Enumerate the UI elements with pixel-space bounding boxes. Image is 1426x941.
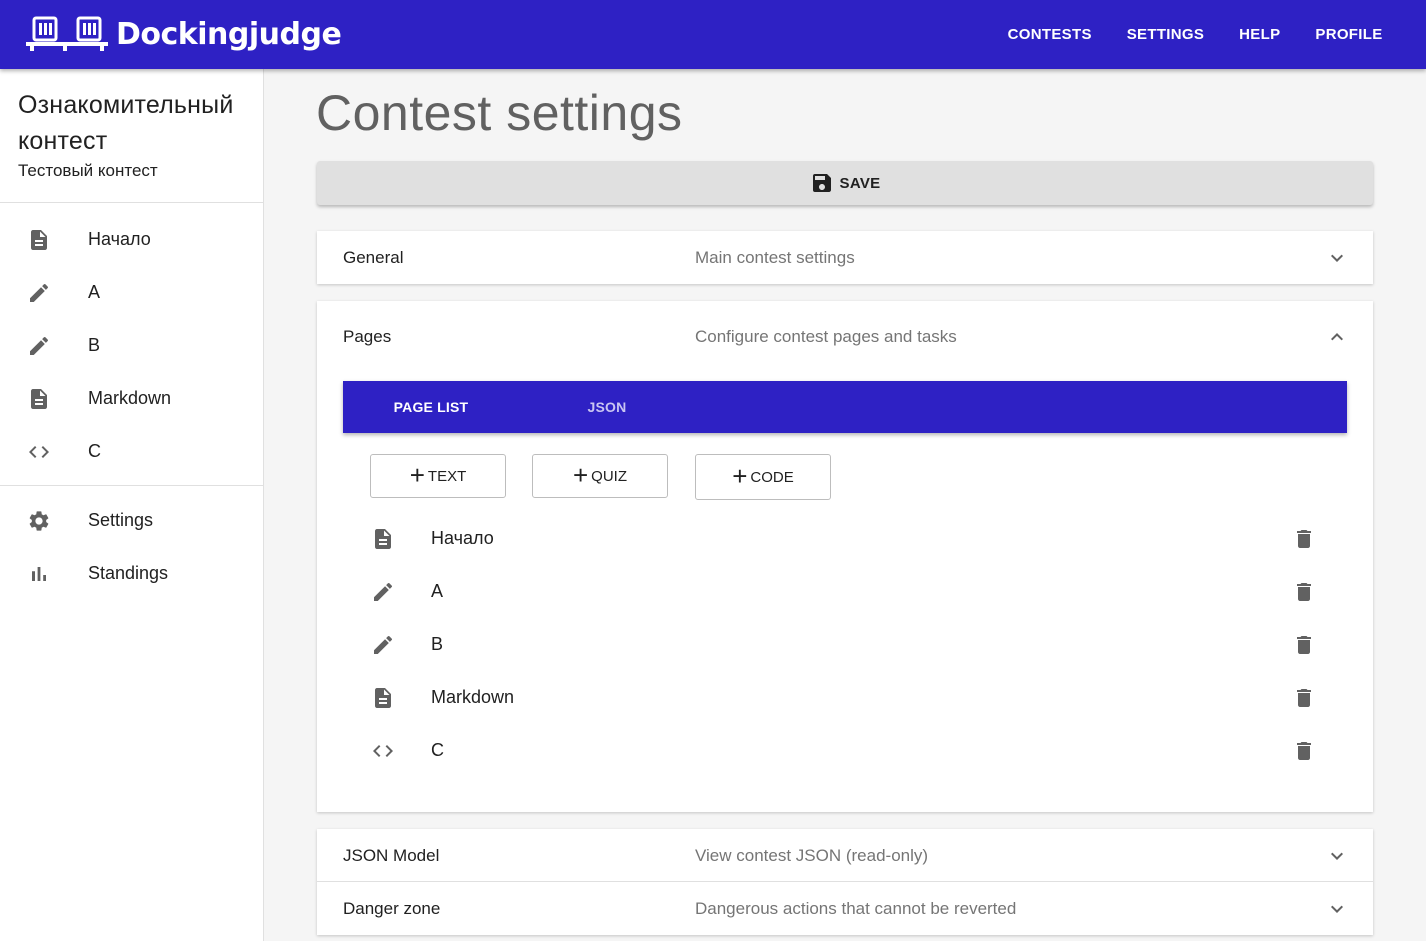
page-title: Contest settings	[316, 85, 683, 141]
nav-settings[interactable]: SETTINGS	[1109, 16, 1221, 53]
contest-subtitle: Тестовый контест	[18, 161, 158, 180]
list-item[interactable]: A	[343, 565, 1347, 618]
sidebar-item-label: Settings	[88, 510, 154, 530]
collapsed-panels-group: JSON Model View contest JSON (read-only)…	[317, 829, 1373, 935]
pencil-icon	[371, 633, 395, 657]
sidebar-item-settings[interactable]: Settings	[0, 494, 263, 547]
list-item[interactable]: Начало	[343, 512, 1347, 565]
panel-description: Dangerous actions that cannot be reverte…	[695, 898, 1017, 918]
list-item[interactable]: Markdown	[343, 671, 1347, 724]
general-panel: General Main contest settings	[317, 231, 1373, 284]
add-text-button[interactable]: + TEXT	[370, 454, 506, 498]
app-bar: Dockingjudge CONTESTS SETTINGS HELP PROF…	[0, 0, 1426, 69]
document-icon	[371, 686, 395, 710]
pencil-icon	[371, 580, 395, 604]
code-icon	[371, 739, 395, 763]
brand-logo[interactable]: Dockingjudge	[26, 12, 342, 56]
general-panel-header[interactable]: General Main contest settings	[317, 231, 1373, 284]
panel-title: Pages	[343, 327, 392, 346]
chevron-down-icon	[1325, 897, 1349, 921]
panel-description: View contest JSON (read-only)	[695, 845, 929, 865]
chevron-up-icon	[1325, 325, 1349, 349]
nav-help[interactable]: HELP	[1222, 16, 1298, 53]
page-label: Начало	[431, 528, 494, 548]
page-label: B	[431, 634, 444, 654]
tab-json[interactable]: JSON	[519, 381, 695, 433]
contest-title: Ознакомительный контест	[18, 91, 234, 155]
pages-panel: Pages Configure contest pages and tasks …	[317, 301, 1373, 812]
sidebar-item-label: Standings	[88, 563, 169, 583]
sidebar-item-label: A	[88, 282, 101, 302]
plus-icon: +	[409, 460, 425, 490]
list-item[interactable]: B	[343, 618, 1347, 671]
code-icon	[27, 440, 51, 464]
sidebar-item-label: C	[88, 441, 101, 461]
add-code-button[interactable]: + CODE	[695, 454, 831, 500]
page-list: Начало A B Markdown C	[343, 512, 1347, 777]
trash-icon[interactable]	[1292, 686, 1316, 710]
json-model-panel-header[interactable]: JSON Model View contest JSON (read-only)	[317, 829, 1373, 882]
plus-icon: +	[732, 461, 748, 491]
add-code-label: CODE	[750, 468, 794, 486]
sidebar-item-markdown[interactable]: Markdown	[0, 372, 263, 425]
page-label: Markdown	[431, 687, 515, 707]
pages-tab-bar: PAGE LIST JSON	[343, 381, 1347, 433]
panel-title: General	[343, 247, 404, 267]
page-label: A	[431, 581, 444, 601]
panel-title: Danger zone	[343, 898, 441, 918]
nav-profile[interactable]: PROFILE	[1298, 16, 1400, 53]
trash-icon[interactable]	[1292, 633, 1316, 657]
sidebar-item-nachalo[interactable]: Начало	[0, 213, 263, 266]
danger-zone-panel-header[interactable]: Danger zone Dangerous actions that canno…	[317, 882, 1373, 935]
sidebar-item-a[interactable]: A	[0, 266, 263, 319]
panel-description: Configure contest pages and tasks	[695, 327, 957, 346]
gear-icon	[27, 509, 51, 533]
list-item[interactable]: C	[343, 724, 1347, 777]
panel-title: JSON Model	[343, 845, 440, 865]
pencil-icon	[27, 334, 51, 358]
sidebar-item-c[interactable]: C	[0, 425, 263, 478]
chevron-down-icon	[1325, 844, 1349, 868]
trash-icon[interactable]	[1292, 527, 1316, 551]
save-button-label: SAVE	[839, 174, 881, 192]
sidebar-item-label: Markdown	[88, 388, 172, 408]
document-icon	[27, 228, 51, 252]
page-label: C	[431, 740, 444, 760]
plus-icon: +	[572, 460, 589, 490]
sidebar-item-standings[interactable]: Standings	[0, 547, 263, 600]
save-icon	[810, 171, 834, 195]
docking-logo-icon	[26, 16, 108, 51]
brand-name: Dockingjudge	[116, 16, 342, 52]
trash-icon[interactable]	[1292, 580, 1316, 604]
sidebar-page-list: Начало A B Markdown C	[0, 203, 263, 478]
sidebar-item-label: B	[88, 335, 101, 355]
sidebar-settings-list: Settings Standings	[0, 494, 263, 600]
add-text-label: TEXT	[427, 467, 467, 485]
add-quiz-label: QUIZ	[591, 467, 628, 485]
document-icon	[371, 527, 395, 551]
bar-chart-icon	[27, 562, 51, 586]
panel-description: Main contest settings	[695, 247, 855, 267]
tab-page-list[interactable]: PAGE LIST	[343, 381, 519, 433]
pages-panel-header[interactable]: Pages Configure contest pages and tasks	[317, 301, 1373, 373]
nav-contests[interactable]: CONTESTS	[990, 16, 1109, 53]
sidebar-item-b[interactable]: B	[0, 319, 263, 372]
save-button[interactable]: SAVE	[317, 161, 1373, 205]
sidebar-divider	[0, 485, 263, 486]
sidebar-item-label: Начало	[88, 229, 151, 249]
contest-header: Ознакомительный контест Тестовый контест	[0, 69, 263, 203]
add-quiz-button[interactable]: + QUIZ	[532, 454, 668, 498]
top-nav: CONTESTS SETTINGS HELP PROFILE	[990, 0, 1400, 69]
trash-icon[interactable]	[1292, 739, 1316, 763]
pencil-icon	[27, 281, 51, 305]
document-icon	[27, 387, 51, 411]
chevron-down-icon	[1325, 246, 1349, 270]
sidebar: Ознакомительный контест Тестовый контест…	[0, 69, 264, 941]
